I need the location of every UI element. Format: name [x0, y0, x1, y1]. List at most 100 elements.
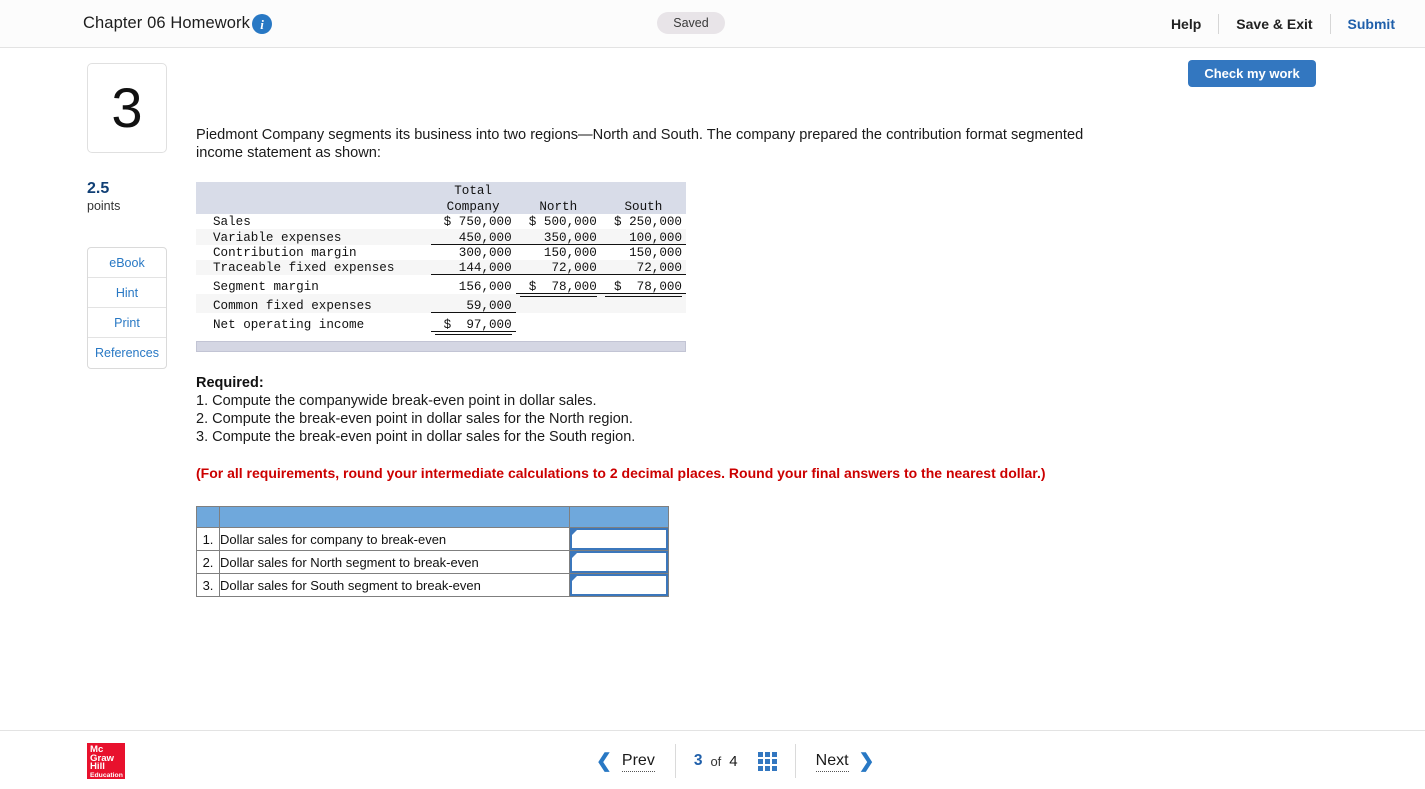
next-button[interactable]: Next ❯	[796, 751, 895, 772]
grid-cell	[764, 758, 770, 764]
grid-cell	[771, 751, 777, 757]
statement-head-north: North	[515, 198, 601, 214]
row-total: 144,000	[431, 260, 516, 275]
grid-view-icon[interactable]	[757, 751, 777, 771]
answer-grid-header-row	[196, 506, 669, 528]
row-index: 2.	[196, 550, 220, 574]
prev-button[interactable]: ❮ Prev	[576, 751, 675, 772]
row-label: Variable expenses	[213, 230, 342, 245]
grid-cell	[757, 751, 763, 757]
statement-horizontal-scrollbar[interactable]	[196, 341, 686, 352]
row-index: 3.	[196, 573, 220, 597]
table-row: Traceable fixed expenses 144,000 72,000 …	[196, 259, 686, 276]
row-north	[516, 313, 601, 332]
row-north: 350,000	[516, 229, 601, 245]
cell-marker-icon	[572, 576, 577, 581]
row-north: $ 500,000	[528, 215, 597, 230]
statement-head-total-line1: Total	[430, 182, 516, 198]
resource-item-references[interactable]: References	[88, 338, 166, 368]
resource-item-hint[interactable]: Hint	[88, 278, 166, 308]
save-and-exit-button[interactable]: Save & Exit	[1219, 17, 1329, 31]
resource-item-print[interactable]: Print	[88, 308, 166, 338]
answer-input-cell-2[interactable]	[569, 550, 669, 574]
answer-input-cell-1[interactable]	[569, 527, 669, 551]
table-row: Contribution margin 300,000 150,000 150,…	[196, 244, 686, 260]
points-label: points	[87, 199, 121, 213]
table-row: Company North South	[196, 198, 686, 214]
page-title: Chapter 06 Homework	[83, 14, 250, 32]
table-row: Total	[196, 182, 686, 198]
statement-head-blank	[196, 182, 431, 198]
statement-body: Sales $ 750,000 $ 500,000 $ 250,000 Vari…	[196, 214, 686, 336]
row-total: $ 97,000	[431, 313, 516, 336]
row-total: 156,000	[458, 280, 512, 295]
row-total: $ 750,000	[443, 215, 512, 230]
cell-marker-icon	[572, 553, 577, 558]
row-label: Traceable fixed expenses	[213, 261, 395, 276]
table-row: Segment margin 156,000 $ 78,000 $ 78,000	[196, 275, 686, 298]
answer-grid-header-label	[219, 506, 570, 528]
row-label: Dollar sales for South segment to break-…	[219, 573, 570, 597]
pagination-nav: ❮ Prev 3 of 4 Next ❯	[576, 739, 894, 783]
statement-head-blank2	[515, 182, 601, 198]
requirement-3: 3. Compute the break-even point in dolla…	[196, 429, 636, 445]
page-of-label: of	[710, 753, 722, 769]
table-row: 1. Dollar sales for company to break-eve…	[196, 527, 669, 551]
logo-line-3: Hill	[90, 761, 105, 773]
row-label: Dollar sales for company to break-even	[219, 527, 570, 551]
row-label: Dollar sales for North segment to break-…	[219, 550, 570, 574]
check-my-work-button[interactable]: Check my work	[1188, 60, 1316, 87]
row-label: Sales	[213, 215, 251, 230]
status-badge: Saved	[657, 12, 725, 34]
statement-table: Total Company North South Sales $ 750,00…	[196, 182, 686, 336]
required-heading: Required:	[196, 375, 264, 391]
scrollbar-thumb[interactable]	[197, 342, 675, 351]
table-row: Variable expenses 450,000 350,000 100,00…	[196, 229, 686, 245]
top-bar: Chapter 06 Homework i Saved Help Save & …	[0, 0, 1425, 48]
submit-button[interactable]: Submit	[1331, 17, 1425, 31]
row-total: 59,000	[431, 294, 516, 313]
row-label: Segment margin	[213, 280, 319, 295]
next-label: Next	[815, 751, 849, 772]
grid-cell	[771, 765, 777, 771]
statement-head: Total Company North South	[196, 182, 686, 214]
answer-input-1[interactable]	[570, 528, 668, 550]
help-button[interactable]: Help	[1154, 17, 1218, 31]
resource-item-ebook[interactable]: eBook	[88, 248, 166, 278]
row-north: 150,000	[543, 245, 597, 260]
info-icon[interactable]: i	[252, 14, 272, 34]
table-row: Sales $ 750,000 $ 500,000 $ 250,000	[196, 214, 686, 230]
statement-head-blank4	[196, 198, 431, 214]
row-south: $ 250,000	[613, 215, 682, 230]
grid-cell	[764, 765, 770, 771]
question-prompt: Piedmont Company segments its business i…	[196, 127, 1084, 161]
answer-grid-header-index	[196, 506, 220, 528]
row-label: Net operating income	[213, 318, 365, 333]
answer-input-2[interactable]	[570, 551, 668, 573]
answer-input-cell-3[interactable]	[569, 573, 669, 597]
row-total: 450,000	[431, 229, 516, 245]
grid-cell	[757, 765, 763, 771]
row-south	[601, 313, 686, 332]
requirement-1: 1. Compute the companywide break-even po…	[196, 393, 597, 409]
points-value: 2.5	[87, 180, 110, 197]
page-total: 4	[729, 752, 738, 770]
row-label: Contribution margin	[213, 245, 357, 260]
mcgraw-hill-logo: Mc Graw Hill Education	[87, 743, 125, 779]
answer-input-3[interactable]	[570, 574, 668, 596]
page-indicator: 3 of 4	[676, 751, 795, 771]
table-row: 2. Dollar sales for North segment to bre…	[196, 550, 669, 574]
row-total: 300,000	[458, 245, 512, 260]
row-north: 72,000	[516, 260, 601, 275]
row-south: 150,000	[629, 245, 682, 260]
question-number-box: 3	[87, 63, 167, 153]
requirement-2: 2. Compute the break-even point in dolla…	[196, 411, 633, 427]
row-index: 1.	[196, 527, 220, 551]
row-label: Common fixed expenses	[213, 299, 372, 314]
row-south: 100,000	[601, 229, 686, 245]
cell-marker-icon	[572, 530, 577, 535]
prev-label: Prev	[621, 751, 655, 772]
page-current: 3	[693, 752, 703, 769]
grid-cell	[771, 758, 777, 764]
question-number: 3	[111, 76, 143, 139]
